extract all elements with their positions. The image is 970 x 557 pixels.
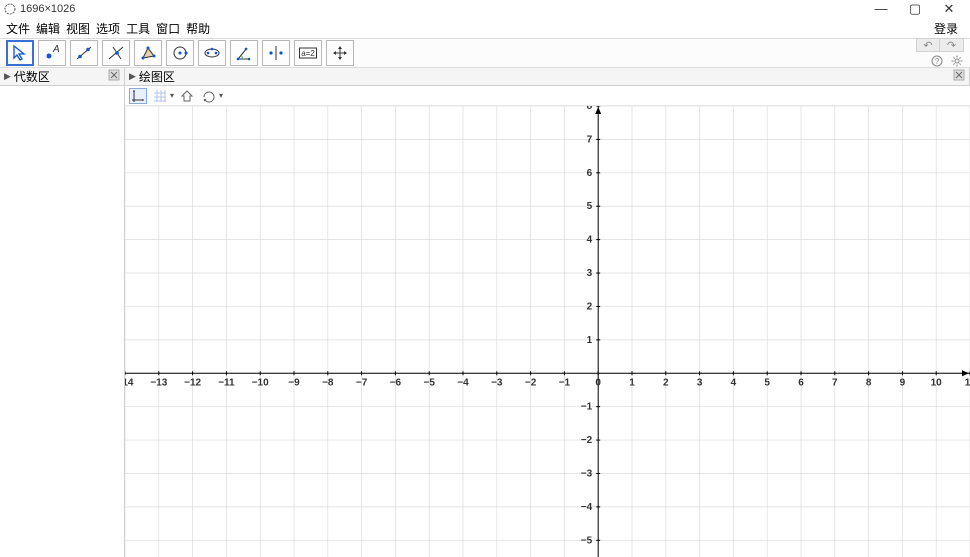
svg-text:−8: −8 <box>322 377 334 388</box>
maximize-button[interactable]: ▢ <box>898 0 932 18</box>
menu-options[interactable]: 选项 <box>96 20 120 37</box>
graphics-panel-title: 绘图区 <box>139 68 175 85</box>
point-capture-button[interactable] <box>200 88 218 104</box>
svg-text:8: 8 <box>587 106 593 112</box>
panel-header-row: ▶ 代数区 ▶ 绘图区 <box>0 68 970 86</box>
svg-text:4: 4 <box>587 235 593 246</box>
menu-tools[interactable]: 工具 <box>126 20 150 37</box>
reflect-tool[interactable] <box>262 40 290 66</box>
svg-text:−6: −6 <box>390 377 402 388</box>
help-icon[interactable]: ? <box>930 54 944 68</box>
svg-text:−4: −4 <box>581 502 593 513</box>
menu-bar: 文件 编辑 视图 选项 工具 窗口 帮助 登录 <box>0 18 970 38</box>
close-button[interactable]: ✕ <box>932 0 966 18</box>
graphics-panel-close-icon[interactable] <box>953 69 965 84</box>
svg-text:−12: −12 <box>184 377 201 388</box>
svg-text:10: 10 <box>931 377 943 388</box>
algebra-panel-close-icon[interactable] <box>108 69 120 84</box>
svg-text:−2: −2 <box>525 377 537 388</box>
circle-tool[interactable] <box>166 40 194 66</box>
chevron-down-icon[interactable]: ▾ <box>219 91 223 100</box>
svg-text:−14: −14 <box>125 377 134 388</box>
svg-text:6: 6 <box>798 377 804 388</box>
ellipse-tool[interactable] <box>198 40 226 66</box>
menu-help[interactable]: 帮助 <box>186 20 210 37</box>
svg-text:3: 3 <box>697 377 703 388</box>
move-tool[interactable] <box>6 40 34 66</box>
svg-text:5: 5 <box>764 377 770 388</box>
main-toolbar: A a=2 ↶ ↷ <box>0 38 970 68</box>
point-tool[interactable]: A <box>38 40 66 66</box>
svg-text:5: 5 <box>587 201 593 212</box>
svg-text:11: 11 <box>965 377 970 388</box>
graphics-panel-header[interactable]: ▶ 绘图区 <box>125 68 970 85</box>
algebra-panel-title: 代数区 <box>14 68 50 85</box>
menu-window[interactable]: 窗口 <box>156 20 180 37</box>
svg-text:−3: −3 <box>491 377 503 388</box>
svg-text:9: 9 <box>900 377 906 388</box>
move-view-tool[interactable] <box>326 40 354 66</box>
svg-text:−1: −1 <box>581 402 593 413</box>
svg-text:−13: −13 <box>150 377 167 388</box>
menu-view[interactable]: 视图 <box>66 20 90 37</box>
svg-text:4: 4 <box>731 377 737 388</box>
svg-text:1: 1 <box>587 335 593 346</box>
svg-text:8: 8 <box>866 377 872 388</box>
svg-text:1: 1 <box>629 377 635 388</box>
collapse-triangle-icon: ▶ <box>129 71 136 82</box>
coordinate-plane: −14−13−12−11−10−9−8−7−6−5−4−3−2−10123456… <box>125 106 970 557</box>
svg-text:7: 7 <box>587 134 593 145</box>
angle-tool[interactable] <box>230 40 258 66</box>
graphics-toolbar: ▾ ▾ <box>125 86 970 106</box>
toggle-grid-button[interactable] <box>151 88 169 104</box>
svg-text:−4: −4 <box>457 377 469 388</box>
graphics-view[interactable]: −14−13−12−11−10−9−8−7−6−5−4−3−2−10123456… <box>125 106 970 557</box>
svg-text:−10: −10 <box>252 377 269 388</box>
redo-button[interactable]: ↷ <box>940 38 964 52</box>
title-dimensions: 1696×1026 <box>20 3 75 15</box>
menu-edit[interactable]: 编辑 <box>36 20 60 37</box>
svg-text:7: 7 <box>832 377 838 388</box>
tool-group: A a=2 <box>6 40 354 66</box>
app-icon <box>4 3 16 15</box>
undo-button[interactable]: ↶ <box>916 38 940 52</box>
menu-login[interactable]: 登录 <box>934 20 958 37</box>
svg-text:2: 2 <box>587 301 593 312</box>
svg-text:A: A <box>52 44 60 55</box>
svg-text:2: 2 <box>663 377 669 388</box>
svg-text:−3: −3 <box>581 468 593 479</box>
text-tool[interactable]: a=2 <box>294 40 322 66</box>
svg-text:?: ? <box>935 57 940 66</box>
collapse-triangle-icon: ▶ <box>4 71 11 82</box>
svg-text:−2: −2 <box>581 435 593 446</box>
menu-file[interactable]: 文件 <box>6 20 30 37</box>
title-bar: 1696×1026 — ▢ ✕ <box>0 0 970 18</box>
polygon-tool[interactable] <box>134 40 162 66</box>
home-view-button[interactable] <box>178 88 196 104</box>
svg-text:a=2: a=2 <box>301 49 315 58</box>
svg-text:−1: −1 <box>559 377 571 388</box>
minimize-button[interactable]: — <box>864 0 898 18</box>
perpendicular-tool[interactable] <box>102 40 130 66</box>
svg-text:−7: −7 <box>356 377 368 388</box>
line-tool[interactable] <box>70 40 98 66</box>
toggle-axes-button[interactable] <box>129 88 147 104</box>
svg-text:3: 3 <box>587 268 593 279</box>
svg-text:−5: −5 <box>423 377 435 388</box>
chevron-down-icon[interactable]: ▾ <box>170 91 174 100</box>
algebra-panel-header[interactable]: ▶ 代数区 <box>0 68 125 85</box>
content-area: ▾ ▾ −14−13−12−11−10−9−8−7−6−5−4−3−2−1012… <box>0 86 970 557</box>
toolbar-right-controls: ↶ ↷ ? <box>916 38 964 68</box>
graphics-wrapper: ▾ ▾ −14−13−12−11−10−9−8−7−6−5−4−3−2−1012… <box>125 86 970 557</box>
gear-icon[interactable] <box>950 54 964 68</box>
svg-text:0: 0 <box>595 377 601 388</box>
svg-text:−5: −5 <box>581 535 593 546</box>
svg-text:−11: −11 <box>218 377 235 388</box>
svg-text:6: 6 <box>587 168 593 179</box>
svg-text:−9: −9 <box>288 377 300 388</box>
algebra-view[interactable] <box>0 86 125 557</box>
